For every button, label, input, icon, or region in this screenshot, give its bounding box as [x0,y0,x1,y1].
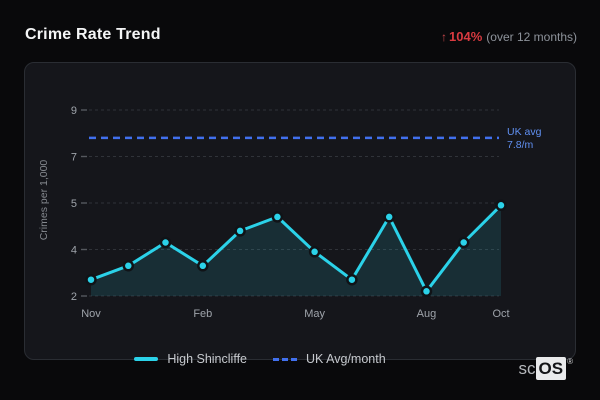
page-title: Crime Rate Trend [25,26,161,43]
y-tick-label: 2 [71,291,77,303]
data-point[interactable] [197,260,209,272]
data-point[interactable] [457,236,470,249]
chart-card: 2 4 5 7 9 Nov Feb May Aug Oct UK avg 7.8/m [24,62,576,360]
solid-line-swatch-icon [134,357,159,361]
crime-trend-chart: 2 4 5 7 9 Nov Feb May Aug Oct UK avg7.8/m [71,105,542,320]
page: Crime Rate Trend ↑ 104% (over 12 months) 2… [0,0,600,400]
x-tick-label: Aug [417,308,437,320]
data-point[interactable] [271,211,284,223]
data-point[interactable] [420,285,433,298]
stat-badge: ↑ 104% (over 12 months) [441,29,577,44]
x-tick-label: Oct [492,308,509,320]
x-tick-label: Feb [193,308,212,320]
dashed-line-swatch-icon [273,357,297,361]
y-axis-title: Crimes per 1,000 [38,159,50,241]
y-tick-label: 4 [71,245,77,257]
y-tick-label: 5 [71,198,77,210]
x-tick-label: May [304,308,325,320]
data-point[interactable] [234,225,246,237]
uk-avg-annotation-line1: UK avg [507,126,542,138]
y-tick-label: 9 [71,105,77,117]
data-point[interactable] [495,199,507,212]
data-point[interactable] [346,273,358,286]
legend-item-high-shincliffe[interactable]: High Shincliffe [134,352,247,366]
logo-box: OS [535,357,567,380]
registered-mark: ® [567,357,573,366]
logo-prefix: sc [518,359,536,378]
chart-legend: High Shincliffe UK Avg/month [0,352,520,366]
data-point[interactable] [159,236,172,249]
x-tick-label: Nov [81,308,101,320]
stat-suffix: (over 12 months) [486,30,577,44]
data-point[interactable] [85,273,97,286]
legend-label: High Shincliffe [167,352,247,366]
legend-item-uk-avg-month[interactable]: UK Avg/month [273,352,386,366]
stat-value: 104% [449,29,483,44]
y-tick-label: 7 [71,152,77,164]
scos-logo: sc OS ® [519,357,573,381]
up-arrow-icon: ↑ [441,30,448,44]
data-point[interactable] [122,260,135,272]
data-point[interactable] [383,211,395,223]
uk-avg-annotation-line2: 7.8/m [507,139,534,151]
data-point[interactable] [308,246,321,258]
legend-label: UK Avg/month [306,352,386,366]
